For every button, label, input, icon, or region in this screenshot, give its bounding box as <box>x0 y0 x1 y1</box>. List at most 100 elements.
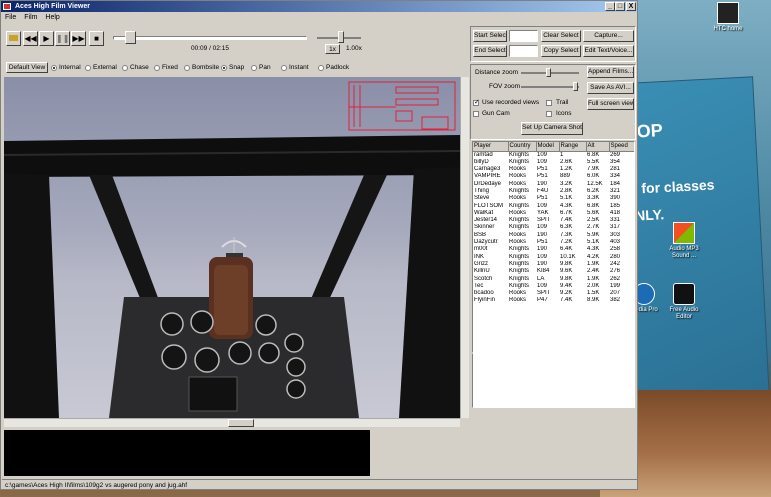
radio-dot <box>251 64 257 71</box>
canopy-right-frame <box>399 167 460 418</box>
end-select-button[interactable]: End Select <box>473 45 507 57</box>
hud-radar-overlay <box>348 81 456 131</box>
speed-slider-thumb[interactable] <box>338 31 344 43</box>
title-bar[interactable]: Aces High Film Viewer _ □ X <box>1 1 637 12</box>
menu-bar: File Film Help <box>1 12 637 23</box>
maximize-button[interactable]: □ <box>615 2 625 11</box>
pause-icon: ❚❚ <box>56 34 70 43</box>
column-header-country[interactable]: Country <box>508 142 537 152</box>
trail-checkbox[interactable] <box>546 100 552 106</box>
play-button[interactable]: ▶ <box>39 31 54 46</box>
speed-reset-button[interactable]: 1x <box>325 44 340 54</box>
use-recorded-views-checkbox[interactable] <box>473 98 480 106</box>
distance-zoom-thumb[interactable] <box>546 68 551 77</box>
table-row[interactable]: Carnage3 Rooks P51 1.2K 7.9K 281 <box>473 166 634 173</box>
viewport-vertical-scrollbar[interactable] <box>460 77 469 418</box>
edit-text-voice-button[interactable]: Edit Text/Voice... <box>583 45 634 57</box>
poster-line-1: OP <box>636 120 664 142</box>
radio-pan[interactable]: Pan <box>251 64 271 71</box>
desktop-icon-free-audio-editor[interactable]: Free Audio Editor <box>664 283 704 321</box>
table-row[interactable]: Thing Knights F4U 2.8K 6.2K 321 <box>473 188 634 195</box>
icons-checkbox[interactable] <box>546 111 552 117</box>
menu-help[interactable]: Help <box>45 14 59 21</box>
desktop-icon-audio-mp3[interactable]: Audio MP3 Sound ... <box>664 222 704 260</box>
distance-zoom-label: Distance zoom <box>475 69 518 76</box>
radio-bombsite[interactable]: Bombsite <box>184 64 219 71</box>
fov-zoom-slider[interactable] <box>521 86 579 88</box>
app-icon <box>3 3 11 10</box>
table-row[interactable]: FlyinFin Rooks P47 7.4K 8.9K 382 <box>473 297 634 304</box>
save-as-avi-button[interactable]: Save As AVI... <box>587 82 634 94</box>
pause-button[interactable]: ❚❚ <box>55 31 70 46</box>
fast-forward-icon: ▶▶ <box>72 34 85 43</box>
full-screen-view-button[interactable]: Full screen view <box>587 98 634 110</box>
desktop-icon-htc-home[interactable]: HTC home <box>708 2 748 33</box>
table-row[interactable]: Skinner Knights 109 6.3K 2.7K 317 <box>473 224 634 231</box>
horizontal-scroll-thumb[interactable] <box>228 419 254 427</box>
copy-select-button[interactable]: Copy Select <box>541 45 581 57</box>
radio-dot <box>85 64 91 71</box>
table-row[interactable]: Tec Knights 109 9.4K 2.0K 199 <box>473 283 634 290</box>
table-row[interactable]: Grizz Knights 190 9.8K 1.9K 242 <box>473 261 634 268</box>
start-select-button[interactable]: Start Select <box>473 30 507 42</box>
table-row[interactable]: bcadoo Rooks SPIT 9.2K 1.5K 207 <box>473 290 634 297</box>
audio-mp3-icon <box>673 222 695 244</box>
append-films-button[interactable]: Append Films... <box>587 66 634 78</box>
viewport-horizontal-scrollbar[interactable] <box>4 418 460 427</box>
end-select-field[interactable] <box>509 45 538 57</box>
table-row[interactable]: DrDedaye Rooks 190 3.2K 12.5K 184 <box>473 181 634 188</box>
column-header-model[interactable]: Model <box>536 142 560 152</box>
play-icon: ▶ <box>43 34 50 43</box>
fov-zoom-thumb[interactable] <box>573 82 578 91</box>
close-button[interactable]: X <box>626 2 636 11</box>
canopy-top-frame <box>4 135 460 177</box>
stop-button[interactable]: ■ <box>89 31 104 46</box>
default-view-button[interactable]: Default View <box>6 62 48 73</box>
table-row[interactable]: billyD Knights 109 2.6K 5.5K 354 <box>473 159 634 166</box>
radio-instant[interactable]: Instant <box>281 64 309 71</box>
column-header-speed[interactable]: Speed <box>609 142 634 152</box>
icons-label: Icons <box>556 110 572 117</box>
radio-dot <box>221 64 227 71</box>
table-row[interactable]: BSB Rooks 190 7.3K 5.9K 303 <box>473 232 634 239</box>
column-header-range[interactable]: Range <box>559 142 587 152</box>
table-row[interactable]: Jester14 Knights SPIT 7.4K 2.5K 331 <box>473 217 634 224</box>
poster-line-2: e for classes <box>629 176 715 197</box>
column-header-alt[interactable]: Alt <box>586 142 610 152</box>
film-viewport[interactable] <box>4 77 460 418</box>
table-row[interactable]: INK Knights 109 10.1K 4.2K 280 <box>473 254 634 261</box>
seek-slider-thumb[interactable] <box>125 31 137 44</box>
table-row[interactable]: VAMPIRE Rooks P51 889 6.0K 334 <box>473 173 634 180</box>
player-table[interactable]: Player Country Model Range Alt Speed ram… <box>472 141 635 353</box>
start-select-field[interactable] <box>509 30 538 42</box>
menu-file[interactable]: File <box>5 14 16 21</box>
gun-cam-checkbox[interactable] <box>473 111 479 117</box>
menu-film[interactable]: Film <box>24 14 37 21</box>
radio-internal[interactable]: Internal <box>51 64 81 71</box>
capture-button[interactable]: Capture... <box>583 30 634 42</box>
table-row[interactable]: m00t Knights 190 6.4K 4.3K 258 <box>473 246 634 253</box>
radio-external[interactable]: External <box>85 64 117 71</box>
clear-select-button[interactable]: Clear Select <box>541 30 581 42</box>
seek-slider-track[interactable] <box>113 36 307 40</box>
radio-chase[interactable]: Chase <box>122 64 149 71</box>
table-row[interactable]: Scotch Knights LA 9.8K 1.9K 262 <box>473 276 634 283</box>
column-header-player[interactable]: Player <box>473 142 509 152</box>
open-film-button[interactable] <box>6 31 21 46</box>
table-row[interactable]: KillnU Knights KI84 9.6K 2.4K 276 <box>473 268 634 275</box>
radio-padlock[interactable]: Padlock <box>318 64 349 71</box>
rewind-button[interactable]: ◀◀ <box>23 31 38 46</box>
fast-forward-button[interactable]: ▶▶ <box>71 31 86 46</box>
table-row[interactable]: FLOTSOM Knights 109 4.3K 6.8K 185 <box>473 203 634 210</box>
radio-snap[interactable]: Snap <box>221 64 244 71</box>
table-row[interactable]: WalKat Rooks YAK 6.7K 5.6K 418 <box>473 210 634 217</box>
film-viewer-window: Aces High Film Viewer _ □ X File Film He… <box>0 0 638 490</box>
table-row[interactable]: Steve Rooks P51 5.1K 3.3K 390 <box>473 195 634 202</box>
poster-line-3: NLY. <box>634 206 665 224</box>
set-up-camera-shots-button[interactable]: Set Up Camera Shots <box>521 122 583 135</box>
minimize-button[interactable]: _ <box>605 2 615 11</box>
table-row[interactable]: ramtad Knights 109 1 6.8K 269 <box>473 151 634 159</box>
radio-dot <box>154 64 160 71</box>
radio-fixed[interactable]: Fixed <box>154 64 178 71</box>
table-row[interactable]: Dazycutr Rooks P51 7.2K 5.1K 403 <box>473 239 634 246</box>
